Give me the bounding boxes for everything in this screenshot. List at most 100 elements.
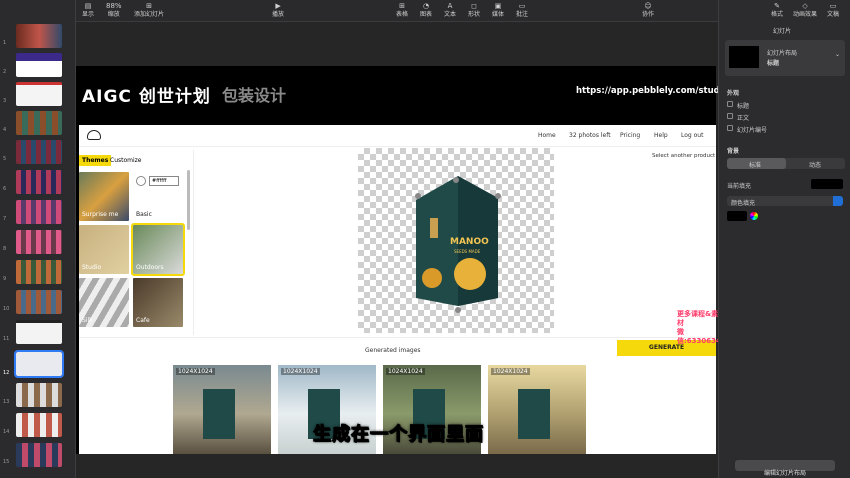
image-size-label: 1024X1024 bbox=[176, 368, 215, 375]
color-well[interactable] bbox=[727, 211, 747, 221]
title-check-label: 标题 bbox=[737, 103, 750, 110]
media-button[interactable]: ▣ 媒体 bbox=[492, 1, 504, 19]
layout-value: 标题 bbox=[767, 60, 780, 67]
play-button[interactable]: ▶ 播放 bbox=[272, 1, 284, 19]
select-product-link[interactable]: Select another product bbox=[652, 153, 715, 159]
document-label: 文稿 bbox=[827, 11, 840, 18]
product-box bbox=[203, 389, 235, 439]
layout-selector[interactable]: 幻灯片布局 标题 ⌄ bbox=[725, 40, 845, 76]
slide-thumb-3[interactable] bbox=[16, 82, 62, 106]
add-slide-icon: ⊞ bbox=[146, 2, 152, 10]
chart-label: 图表 bbox=[420, 11, 433, 18]
theme-cafe[interactable]: Cafe bbox=[133, 278, 183, 327]
slide-thumb-8[interactable] bbox=[16, 230, 62, 254]
slide-thumb-10[interactable] bbox=[16, 290, 62, 314]
body-checkbox[interactable] bbox=[727, 113, 733, 119]
slide-thumb-7[interactable] bbox=[16, 200, 62, 224]
slide-number: 12 bbox=[3, 370, 10, 376]
fill-type-select[interactable]: 颜色填充 bbox=[727, 196, 843, 207]
layout-label: 幻灯片布局 bbox=[767, 50, 798, 57]
chart-button[interactable]: ◔ 图表 bbox=[420, 1, 432, 19]
nav-home[interactable]: Home bbox=[538, 132, 556, 139]
media-label: 媒体 bbox=[492, 11, 505, 18]
watermark: 更多课程&素材 微信:6330634 bbox=[677, 310, 721, 346]
nav-photos-left[interactable]: 32 photos left bbox=[569, 132, 611, 139]
slide-thumb-13[interactable] bbox=[16, 383, 62, 407]
animate-tab[interactable]: ◇ 动画效果 bbox=[793, 1, 817, 19]
table-button[interactable]: ⊞ 表格 bbox=[396, 1, 408, 19]
shape-label: 形状 bbox=[468, 11, 481, 18]
slide-number: 14 bbox=[3, 429, 10, 435]
theme-label: Basic bbox=[136, 211, 152, 218]
nav-logout[interactable]: Log out bbox=[681, 132, 703, 139]
themes-scrollbar[interactable] bbox=[187, 170, 190, 230]
generated-images-label[interactable]: Generated images bbox=[365, 347, 421, 354]
theme-label: Silk bbox=[82, 317, 93, 324]
current-fill-swatch[interactable] bbox=[811, 179, 843, 189]
shape-button[interactable]: ◻ 形状 bbox=[468, 1, 480, 19]
generated-image-4[interactable]: 1024X1024 bbox=[488, 365, 586, 454]
document-tab[interactable]: ▭ 文稿 bbox=[827, 1, 839, 19]
slide-number-check-label: 幻灯片编号 bbox=[737, 127, 768, 134]
slide-thumb-15[interactable] bbox=[16, 443, 62, 467]
image-size-label: 1024X1024 bbox=[491, 368, 530, 375]
comment-button[interactable]: ▭ 批注 bbox=[516, 1, 528, 19]
collaborate-button[interactable]: ☺ 协作 bbox=[642, 1, 654, 19]
themes-panel: Themes Customize Surprise me #ffffff Bas… bbox=[79, 150, 194, 335]
color-input[interactable]: #ffffff bbox=[149, 176, 179, 186]
slide-canvas[interactable]: AIGC 创世计划 包装设计 https://app.pebblely.com/… bbox=[76, 22, 729, 478]
theme-basic[interactable]: #ffffff Basic bbox=[133, 172, 183, 221]
slide-thumb-6[interactable] bbox=[16, 170, 62, 194]
edit-layout-button[interactable]: 编辑幻灯片布局 bbox=[735, 460, 835, 477]
inspector-title: 幻灯片 bbox=[773, 28, 792, 35]
zoom-button[interactable]: 88% 缩放 bbox=[106, 1, 122, 19]
slide-number-checkbox[interactable] bbox=[727, 125, 733, 131]
color-swatch[interactable] bbox=[136, 176, 146, 186]
theme-studio[interactable]: Studio bbox=[79, 225, 129, 274]
slide-number: 2 bbox=[3, 69, 7, 75]
add-slide-button[interactable]: ⊞ 添加幻灯片 bbox=[134, 1, 164, 19]
slide-number: 15 bbox=[3, 459, 10, 465]
view-icon: ▤ bbox=[84, 2, 92, 10]
slide-thumb-14[interactable] bbox=[16, 413, 62, 437]
nav-pricing[interactable]: Pricing bbox=[620, 132, 640, 139]
body-check-label: 正文 bbox=[737, 115, 750, 122]
product-preview[interactable]: MANOO SEEDS MADE bbox=[358, 148, 554, 333]
slide-number: 10 bbox=[3, 306, 10, 312]
slide[interactable]: AIGC 创世计划 包装设计 https://app.pebblely.com/… bbox=[76, 66, 729, 454]
background-segmented[interactable]: 标准 动态 bbox=[727, 158, 845, 169]
cloud-logo-icon bbox=[87, 130, 101, 140]
slide-navigator[interactable]: 1 2 3 4 5 6 7 8 9 10 11 12 13 14 15 bbox=[0, 0, 76, 478]
slide-thumb-11[interactable] bbox=[16, 320, 62, 344]
slide-thumb-12-selected[interactable] bbox=[14, 350, 64, 378]
theme-label: Surprise me bbox=[82, 211, 119, 218]
slide-thumb-5[interactable] bbox=[16, 140, 62, 164]
box-brand-text: MANOO bbox=[450, 237, 489, 247]
slide-thumb-4[interactable] bbox=[16, 111, 62, 135]
seg-dynamic-label[interactable]: 动态 bbox=[809, 160, 821, 169]
nav-help[interactable]: Help bbox=[654, 132, 668, 139]
format-tab[interactable]: ✎ 格式 bbox=[771, 1, 783, 19]
slide-thumb-9[interactable] bbox=[16, 260, 62, 284]
document-icon: ▭ bbox=[829, 2, 837, 10]
theme-outdoors[interactable]: Outdoors bbox=[131, 223, 185, 276]
seg-standard[interactable]: 标准 bbox=[727, 158, 786, 169]
slide-thumb-2[interactable] bbox=[16, 53, 62, 77]
zoom-value: 88% bbox=[106, 2, 122, 10]
view-button[interactable]: ▤ 显示 bbox=[82, 1, 94, 19]
theme-surprise[interactable]: Surprise me bbox=[79, 172, 129, 221]
color-picker-icon[interactable] bbox=[750, 212, 758, 220]
keynote-window: 1 2 3 4 5 6 7 8 9 10 11 12 13 14 15 ▤ 显示 … bbox=[0, 0, 850, 478]
add-slide-label: 添加幻灯片 bbox=[134, 11, 165, 18]
slide-subtitle: 包装设计 bbox=[222, 86, 287, 105]
theme-silk[interactable]: Silk bbox=[79, 278, 129, 327]
generated-image-1[interactable]: 1024X1024 bbox=[173, 365, 271, 454]
generate-bar: Generated images GENERATE bbox=[79, 337, 716, 363]
website-screenshot: Home 32 photos left Pricing Help Log out… bbox=[79, 125, 716, 454]
tab-customize[interactable]: Customize bbox=[107, 155, 145, 166]
title-checkbox[interactable] bbox=[727, 101, 733, 107]
shape-icon: ◻ bbox=[471, 2, 477, 10]
text-button[interactable]: A 文本 bbox=[444, 1, 456, 19]
slide-thumb-1[interactable] bbox=[16, 24, 62, 48]
product-box bbox=[518, 389, 550, 439]
